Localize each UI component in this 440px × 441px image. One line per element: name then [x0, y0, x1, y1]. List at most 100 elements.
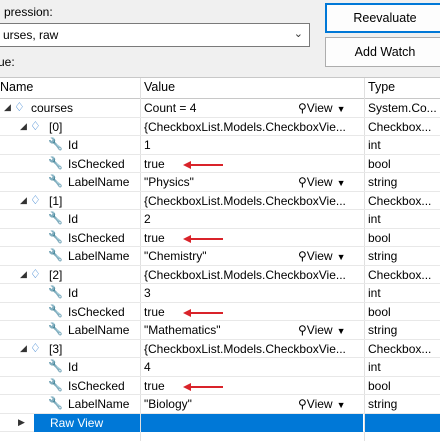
header-type[interactable]: Type [368, 80, 395, 94]
chevron-down-icon[interactable]: ▼ [337, 326, 346, 336]
row-type: string [368, 175, 398, 189]
red-arrow-icon [183, 234, 223, 243]
table-row[interactable]: ◢ ♢ [2] {CheckboxList.Models.CheckboxVie… [0, 266, 440, 284]
table-row[interactable]: 🔧 Id 2 int [0, 210, 440, 229]
table-row[interactable]: 🔧 LabelName "Chemistry" ⚲View ▼ string [0, 247, 440, 266]
row-name: [1] [49, 193, 63, 208]
object-cube-icon: ♢ [30, 266, 41, 281]
row-value: 4 [144, 360, 151, 374]
table-row[interactable]: 🔧 IsChecked true bool [0, 155, 440, 173]
row-value: {CheckboxList.Models.CheckboxVie... [144, 119, 346, 134]
chevron-down-icon[interactable]: ▼ [337, 104, 346, 114]
table-row[interactable]: 🔧 IsChecked true bool [0, 377, 440, 395]
view-button[interactable]: ⚲View ▼ [298, 323, 346, 337]
wrench-icon: 🔧 [48, 137, 63, 151]
table-row[interactable]: 🔧 IsChecked true bool [0, 229, 440, 247]
magnifier-icon: ⚲ [298, 175, 307, 189]
row-type: string [368, 397, 398, 411]
row-value: 2 [144, 212, 151, 226]
object-cube-icon: ♢ [14, 100, 25, 114]
magnifier-icon: ⚲ [298, 249, 307, 263]
view-button[interactable]: ⚲View ▼ [298, 175, 346, 189]
table-row[interactable]: 🔧 Id 4 int [0, 358, 440, 377]
wrench-icon: 🔧 [48, 248, 63, 262]
red-arrow-icon [183, 160, 223, 169]
row-value: true [144, 230, 165, 245]
row-name: courses [31, 101, 74, 115]
view-label: View [306, 175, 333, 189]
view-button[interactable]: ⚲View ▼ [298, 397, 346, 411]
wrench-icon: 🔧 [48, 359, 63, 373]
row-type: bool [368, 230, 391, 245]
row-type: System.Co... [368, 101, 437, 115]
magnifier-icon: ⚲ [298, 323, 307, 337]
row-selection [141, 413, 363, 432]
row-type: bool [368, 378, 391, 393]
row-type: Checkbox... [368, 193, 432, 208]
table-row[interactable]: ◢ ♢ [0] {CheckboxList.Models.CheckboxVie… [0, 118, 440, 136]
row-type: Checkbox... [368, 119, 432, 134]
row-name: Id [68, 360, 79, 374]
expression-combobox[interactable]: urses, raw ⌄ [0, 23, 310, 47]
row-name: [2] [49, 267, 63, 282]
view-button[interactable]: ⚲View ▼ [298, 101, 346, 115]
row-value: true [144, 156, 165, 171]
table-row[interactable]: 🔧 Id 1 int [0, 136, 440, 155]
row-type: int [368, 360, 381, 374]
table-row[interactable]: 🔧 LabelName "Biology" ⚲View ▼ string [0, 395, 440, 414]
row-name: LabelName [68, 175, 130, 189]
wrench-icon: 🔧 [48, 285, 63, 299]
red-arrow-icon [183, 308, 223, 317]
row-name: LabelName [68, 323, 130, 337]
watch-grid[interactable]: Name Value Type ◢ ♢ courses Count = 4 ⚲V… [0, 77, 440, 441]
wrench-icon: 🔧 [48, 229, 63, 244]
view-button[interactable]: ⚲View ▼ [298, 249, 346, 263]
table-row[interactable]: 🔧 LabelName "Mathematics" ⚲View ▼ string [0, 321, 440, 340]
header-name[interactable]: Name [0, 80, 33, 94]
table-row[interactable]: 🔧 LabelName "Physics" ⚲View ▼ string [0, 173, 440, 192]
table-row[interactable]: ◢ ♢ [3] {CheckboxList.Models.CheckboxVie… [0, 340, 440, 358]
wrench-icon: 🔧 [48, 396, 63, 410]
view-label: View [306, 249, 333, 263]
chevron-down-icon[interactable]: ⌄ [294, 27, 303, 40]
view-label: View [306, 101, 333, 115]
collapse-triangle-icon[interactable]: ◢ [20, 195, 27, 206]
expand-triangle-icon[interactable]: ▶ [18, 417, 25, 428]
table-row[interactable]: ◢ ♢ courses Count = 4 ⚲View ▼ System.Co..… [0, 99, 440, 118]
object-cube-icon: ♢ [30, 118, 41, 133]
chevron-down-icon[interactable]: ▼ [337, 400, 346, 410]
expression-value[interactable]: urses, raw [3, 28, 58, 42]
object-cube-icon: ♢ [30, 340, 41, 355]
row-type: bool [368, 156, 391, 171]
row-type: int [368, 286, 381, 300]
row-value: 3 [144, 286, 151, 300]
view-label: View [306, 323, 333, 337]
collapse-triangle-icon[interactable]: ◢ [20, 343, 27, 354]
header-value[interactable]: Value [144, 80, 175, 94]
collapse-triangle-icon[interactable]: ◢ [4, 102, 11, 113]
table-row[interactable]: 🔧 IsChecked true bool [0, 303, 440, 321]
row-name: IsChecked [68, 230, 125, 245]
grid-header: Name Value Type [0, 78, 440, 99]
wrench-icon: 🔧 [48, 322, 63, 336]
add-watch-button[interactable]: Add Watch [325, 37, 440, 67]
row-name: IsChecked [68, 304, 125, 319]
wrench-icon: 🔧 [48, 303, 63, 318]
row-type: int [368, 138, 381, 152]
row-type: int [368, 212, 381, 226]
row-name: [0] [49, 119, 63, 134]
table-row[interactable]: 🔧 Id 3 int [0, 284, 440, 303]
chevron-down-icon[interactable]: ▼ [337, 252, 346, 262]
reevaluate-button[interactable]: Reevaluate [325, 3, 440, 33]
table-row[interactable]: ◢ ♢ [1] {CheckboxList.Models.CheckboxVie… [0, 192, 440, 210]
collapse-triangle-icon[interactable]: ◢ [20, 269, 27, 280]
chevron-down-icon[interactable]: ▼ [337, 178, 346, 188]
table-row-raw-view[interactable]: ▶ Raw View [0, 413, 440, 432]
row-type: bool [368, 304, 391, 319]
row-type: Checkbox... [368, 267, 432, 282]
wrench-icon: 🔧 [48, 155, 63, 170]
row-value: 1 [144, 138, 151, 152]
row-type: Checkbox... [368, 341, 432, 356]
red-arrow-icon [183, 382, 223, 391]
collapse-triangle-icon[interactable]: ◢ [20, 121, 27, 132]
